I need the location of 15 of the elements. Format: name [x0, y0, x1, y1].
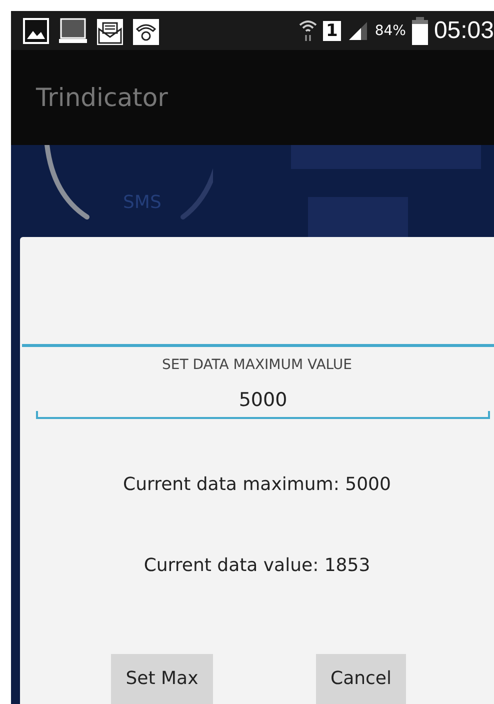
mail-icon [97, 16, 123, 44]
battery-percentage: 84% [374, 22, 406, 38]
info-text: Current data maximum: 5000 [122, 474, 392, 495]
signal-icon [346, 20, 369, 42]
sim-indicator: 1 [322, 20, 341, 40]
info-text: Current data value: 1853 [142, 555, 372, 576]
wifi-icon [298, 18, 317, 42]
image-icon [23, 18, 49, 44]
app-title: Trindicator [36, 83, 168, 112]
set-max-button[interactable]: Set Max [111, 654, 213, 704]
battery-icon [412, 16, 428, 44]
laptop-icon [59, 16, 87, 44]
cancel-button[interactable]: Cancel [316, 654, 406, 704]
dialog-title: SET DATA MAXIMUM VALUE [161, 357, 353, 373]
clock: 05:03 [434, 16, 494, 44]
